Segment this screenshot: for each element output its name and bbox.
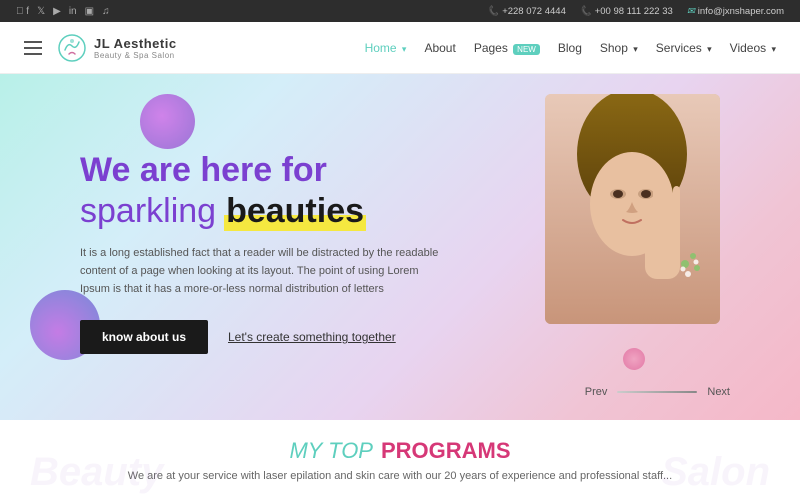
nav-menu: Home ▾ About Pages NEW Blog Shop ▾ Servi…	[365, 41, 776, 55]
nav-services[interactable]: Services ▾	[656, 41, 712, 55]
top-bar:  f 𝕏 ▶ in ▣ ♫ 📞+228 072 4444 📞+00 98 11…	[0, 0, 800, 22]
nav-home[interactable]: Home ▾	[365, 41, 407, 55]
slideshow-progress	[617, 391, 697, 393]
logo[interactable]: JL Aesthetic Beauty & Spa Salon	[56, 32, 177, 64]
email: ✉info@jxnshaper.com	[687, 6, 784, 17]
hero-title-normal: sparkling	[80, 191, 216, 232]
nav-videos[interactable]: Videos ▾	[730, 41, 776, 55]
linkedin-icon[interactable]: in	[69, 6, 77, 17]
tiktok-icon[interactable]: ♫	[102, 6, 110, 17]
programs-description: We are at your service with laser epilat…	[128, 470, 672, 482]
logo-text: JL Aesthetic Beauty & Spa Salon	[94, 36, 177, 60]
blob-decoration-3	[623, 348, 645, 370]
hero-image-placeholder	[545, 94, 720, 324]
nav-pages[interactable]: Pages NEW	[474, 41, 540, 55]
logo-subtitle: Beauty & Spa Salon	[94, 51, 177, 60]
navbar: JL Aesthetic Beauty & Spa Salon Home ▾ A…	[0, 22, 800, 74]
deco-text-right: Salon	[661, 450, 770, 495]
nav-about[interactable]: About	[424, 41, 455, 55]
know-about-us-button[interactable]: know about us	[80, 320, 208, 354]
nav-left: JL Aesthetic Beauty & Spa Salon	[24, 32, 177, 64]
nav-blog[interactable]: Blog	[558, 41, 582, 55]
my-top-label: MY TOP	[289, 438, 373, 464]
youtube-icon[interactable]: ▶	[53, 6, 61, 17]
phone1: 📞+228 072 4444	[487, 6, 566, 17]
hero-section: We are here for sparkling beauties It is…	[0, 74, 800, 420]
twitter-icon[interactable]: 𝕏	[37, 6, 45, 17]
logo-icon	[56, 32, 88, 64]
programs-label: PROGRAMS	[381, 438, 511, 464]
prev-label[interactable]: Prev	[585, 386, 608, 398]
contact-info: 📞+228 072 4444 📞+00 98 111 222 33 ✉info@…	[487, 6, 784, 17]
create-together-link[interactable]: Let's create something together	[228, 330, 396, 344]
hero-buttons: know about us Let's create something tog…	[80, 320, 440, 354]
facebook-icon[interactable]:  f	[16, 6, 29, 17]
instagram-icon[interactable]: ▣	[85, 6, 94, 17]
logo-title: JL Aesthetic	[94, 36, 177, 51]
hamburger-menu[interactable]	[24, 41, 42, 55]
social-icons[interactable]:  f 𝕏 ▶ in ▣ ♫	[16, 6, 110, 17]
hero-portrait-svg	[545, 94, 720, 324]
hero-image	[545, 94, 720, 324]
bottom-section: Beauty Salon MY TOP PROGRAMS We are at y…	[0, 420, 800, 500]
programs-title: MY TOP PROGRAMS	[289, 438, 510, 464]
hero-description: It is a long established fact that a rea…	[80, 245, 440, 298]
next-label[interactable]: Next	[707, 386, 730, 398]
hero-title-line2: sparkling beauties	[80, 191, 440, 232]
prev-next-controls: Prev Next	[585, 386, 730, 398]
nav-shop[interactable]: Shop ▾	[600, 41, 638, 55]
hero-title-line1: We are here for	[80, 150, 440, 191]
hero-title-bold: beauties	[224, 191, 366, 232]
hero-content: We are here for sparkling beauties It is…	[0, 140, 440, 354]
phone2: 📞+00 98 111 222 33	[580, 6, 673, 17]
